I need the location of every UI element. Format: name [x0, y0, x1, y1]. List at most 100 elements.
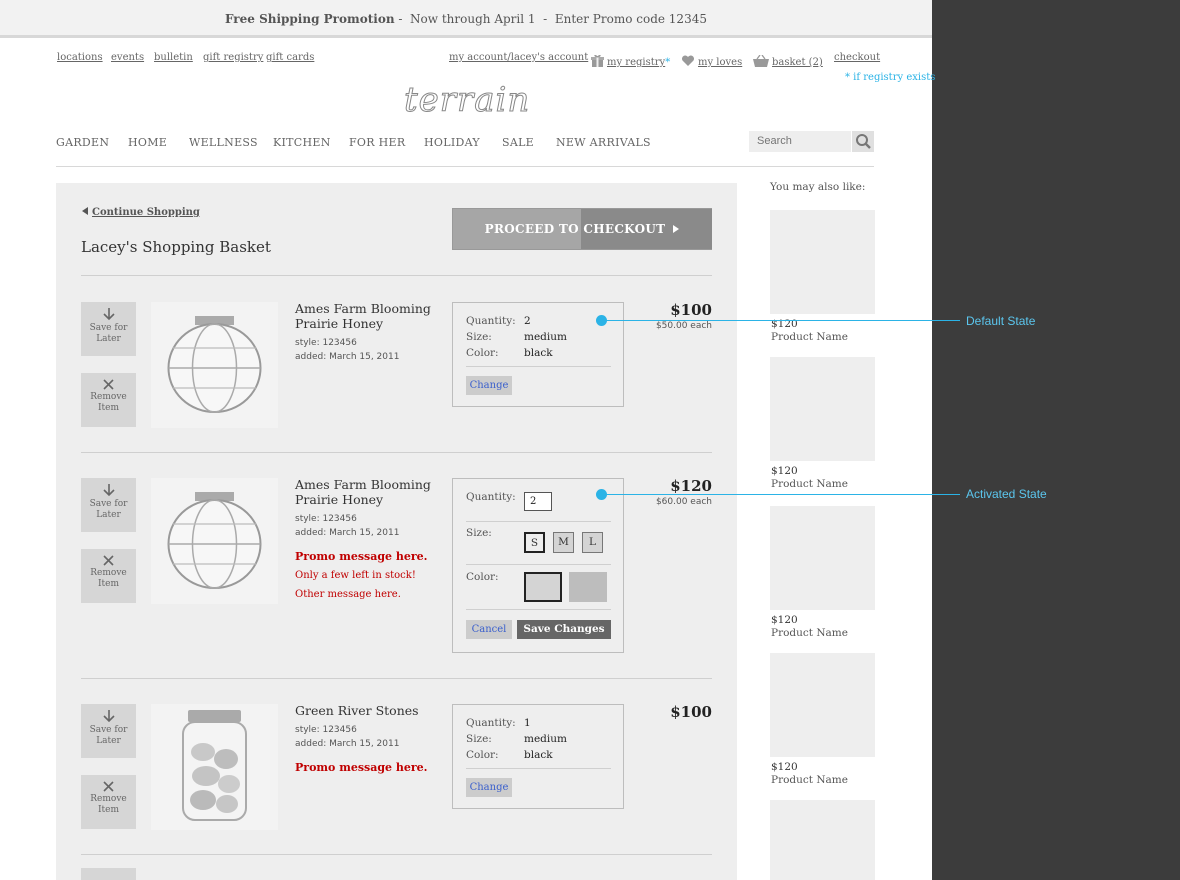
heart-icon: [681, 55, 695, 66]
quantity-value: 2: [524, 315, 531, 327]
util-link-locations[interactable]: locations: [57, 52, 103, 63]
close-icon: [103, 379, 114, 390]
nav-for-her[interactable]: FOR HER: [349, 136, 405, 149]
nav-new-arrivals[interactable]: NEW ARRIVALS: [556, 136, 651, 149]
arrow-down-icon: [102, 484, 115, 497]
my-registry-link[interactable]: my registry: [607, 57, 665, 68]
recommended-product-name[interactable]: Product Name: [771, 774, 848, 786]
basket-divider: [81, 275, 712, 276]
nav-home[interactable]: HOME: [128, 136, 167, 149]
continue-shopping-link[interactable]: Continue Shopping: [82, 207, 200, 218]
nav-sale[interactable]: SALE: [502, 136, 534, 149]
search-button[interactable]: [852, 131, 874, 152]
recommended-product-image[interactable]: [770, 506, 875, 610]
checkout-link[interactable]: checkout: [834, 52, 880, 63]
util-link-events[interactable]: events: [111, 52, 144, 63]
color-label: Color:: [466, 347, 499, 359]
recommended-product-price: $120: [771, 761, 798, 773]
remove-item-button[interactable]: Remove Item: [81, 549, 136, 603]
cancel-button[interactable]: Cancel: [466, 620, 512, 639]
save-for-later-label: Save for Later: [89, 323, 128, 344]
recommended-product-image[interactable]: [770, 210, 875, 314]
nav-wellness[interactable]: WELLNESS: [189, 136, 258, 149]
terrain-logo[interactable]: terrain: [403, 80, 530, 121]
gift-icon: [591, 55, 604, 67]
honey-jar-image: [167, 492, 262, 589]
size-option-m[interactable]: M: [553, 532, 574, 553]
size-label: Size:: [466, 733, 492, 745]
save-changes-button[interactable]: Save Changes: [517, 620, 611, 639]
util-link-gift-cards[interactable]: gift cards: [266, 52, 314, 63]
save-for-later-button[interactable]: Save for Later: [81, 478, 136, 532]
save-for-later-button-partial[interactable]: [81, 868, 136, 880]
size-option-l[interactable]: L: [582, 532, 603, 553]
nav-divider: [56, 166, 874, 167]
size-label: Size:: [466, 331, 492, 343]
basket-link-group[interactable]: basket (2): [753, 50, 823, 69]
my-account-link[interactable]: my account/lacey's account: [449, 52, 588, 63]
product-image[interactable]: [151, 478, 278, 604]
save-for-later-button[interactable]: Save for Later: [81, 704, 136, 758]
color-value: black: [524, 749, 553, 761]
color-label: Color:: [466, 571, 499, 583]
loves-link-group[interactable]: my loves: [681, 50, 742, 69]
item-price: $100: [670, 301, 712, 319]
item-price: $120: [670, 477, 712, 495]
close-icon: [103, 555, 114, 566]
change-button[interactable]: Change: [466, 778, 512, 797]
stock-message: Only a few left in stock!: [295, 570, 416, 581]
size-value: medium: [524, 331, 567, 343]
remove-item-label: Remove Item: [90, 392, 127, 413]
honey-jar-image: [167, 316, 262, 413]
size-option-s[interactable]: S: [524, 532, 545, 553]
promo-bold: Free Shipping Promotion: [225, 12, 395, 26]
recommended-product-image[interactable]: [770, 653, 875, 757]
registry-link-group[interactable]: my registry*: [591, 50, 670, 69]
product-added: added: March 15, 2011: [295, 739, 400, 749]
arrow-down-icon: [102, 308, 115, 321]
item-divider: [81, 678, 712, 679]
product-image[interactable]: [151, 704, 278, 830]
recommendations-title: You may also like:: [770, 181, 866, 193]
product-added: added: March 15, 2011: [295, 352, 400, 362]
nav-holiday[interactable]: HOLIDAY: [424, 136, 480, 149]
arrow-down-icon: [102, 710, 115, 723]
my-loves-link[interactable]: my loves: [698, 57, 742, 68]
util-link-gift-registry[interactable]: gift registry: [203, 52, 263, 63]
recommended-product-image[interactable]: [770, 357, 875, 461]
options-box-activated: Quantity: 2 Size: S M L Color: Cancel Sa…: [452, 478, 624, 653]
callout-line-default: [604, 320, 960, 321]
product-name[interactable]: Ames Farm Blooming Prairie Honey: [295, 301, 445, 331]
remove-item-button[interactable]: Remove Item: [81, 775, 136, 829]
other-message: Other message here.: [295, 589, 401, 600]
save-for-later-label: Save for Later: [89, 725, 128, 746]
color-swatch[interactable]: [569, 572, 607, 602]
recommended-product-name[interactable]: Product Name: [771, 627, 848, 639]
promo-message: Promo message here.: [295, 550, 428, 563]
checkout-button-label: PROCEED TO CHECKOUT: [484, 222, 666, 236]
promo-bar: Free Shipping Promotion - Now through Ap…: [0, 0, 932, 38]
basket-link[interactable]: basket (2): [772, 57, 823, 68]
quantity-input[interactable]: 2: [524, 492, 552, 511]
nav-kitchen[interactable]: KITCHEN: [273, 136, 331, 149]
callout-label-activated: Activated State: [966, 487, 1047, 501]
size-value: medium: [524, 733, 567, 745]
recommended-product-name[interactable]: Product Name: [771, 478, 848, 490]
product-name[interactable]: Green River Stones: [295, 703, 445, 718]
recommended-product-name[interactable]: Product Name: [771, 331, 848, 343]
recommended-product-image[interactable]: [770, 800, 875, 880]
stones-jar-image: [182, 710, 247, 821]
remove-item-button[interactable]: Remove Item: [81, 373, 136, 427]
product-image[interactable]: [151, 302, 278, 428]
remove-item-label: Remove Item: [90, 568, 127, 589]
recommended-product-price: $120: [771, 465, 798, 477]
registry-note: * if registry exists: [845, 72, 936, 83]
util-link-bulletin[interactable]: bulletin: [154, 52, 193, 63]
change-button[interactable]: Change: [466, 376, 512, 395]
nav-garden[interactable]: GARDEN: [56, 136, 109, 149]
save-for-later-button[interactable]: Save for Later: [81, 302, 136, 356]
color-swatch-selected[interactable]: [524, 572, 562, 602]
product-name[interactable]: Ames Farm Blooming Prairie Honey: [295, 477, 445, 507]
proceed-to-checkout-button[interactable]: PROCEED TO CHECKOUT: [452, 208, 712, 250]
search-input[interactable]: [749, 131, 851, 152]
